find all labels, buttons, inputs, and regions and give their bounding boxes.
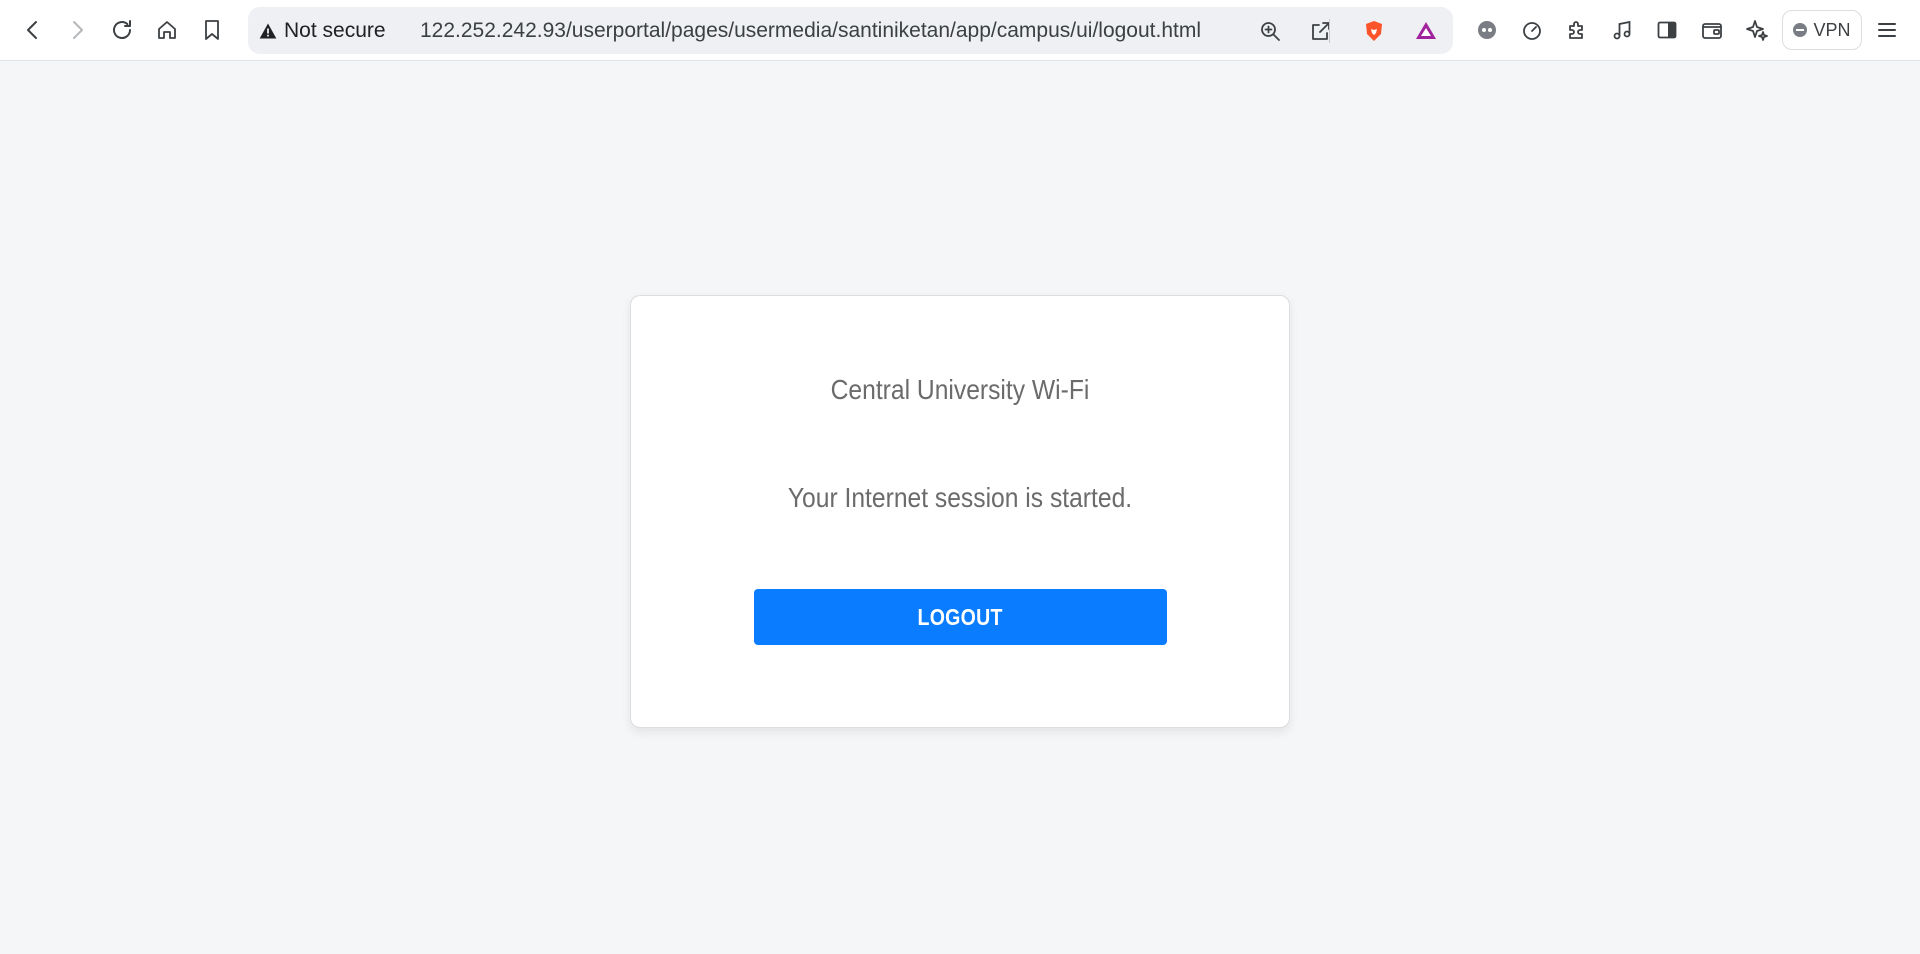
address-bar[interactable]: Not secure 122.252.242.93/userportal/pag…	[248, 7, 1453, 54]
media-button[interactable]	[1604, 12, 1640, 48]
leo-button[interactable]	[1469, 12, 1505, 48]
wallet-icon	[1702, 23, 1722, 39]
back-icon	[27, 21, 37, 39]
vpn-button[interactable]: VPN	[1782, 10, 1862, 50]
bookmark-button[interactable]	[194, 12, 230, 48]
vpn-label: VPN	[1813, 19, 1851, 40]
brave-shields-button[interactable]	[1356, 13, 1392, 49]
sidebar-button[interactable]	[1649, 12, 1685, 48]
portal-title: Central University Wi-Fi	[830, 374, 1090, 405]
ai-chat-button[interactable]	[1739, 12, 1775, 48]
zoom-icon	[1261, 22, 1280, 41]
bookmark-icon	[205, 20, 219, 40]
home-button[interactable]	[149, 12, 185, 48]
share-button[interactable]	[1303, 13, 1339, 49]
extensions-icon	[1569, 21, 1583, 39]
logout-label: LOGOUT	[917, 603, 1004, 630]
media-icon	[1613, 20, 1631, 40]
security-indicator[interactable]: Not secure	[258, 7, 386, 54]
session-message: Your Internet session is started.	[787, 482, 1133, 513]
omnibox-divider	[1329, 19, 1330, 43]
performance-button[interactable]	[1514, 12, 1550, 48]
url-text[interactable]: 122.252.242.93/userportal/pages/usermedi…	[420, 7, 1201, 54]
security-label: Not secure	[284, 18, 386, 42]
vpn-status-icon	[1793, 23, 1808, 37]
leo-icon	[1478, 21, 1496, 39]
forward-button[interactable]	[59, 12, 95, 48]
extensions-button[interactable]	[1559, 12, 1595, 48]
sidebar-icon	[1657, 21, 1677, 39]
reload-button[interactable]	[104, 12, 140, 48]
brave-shields-icon	[1366, 21, 1382, 41]
home-icon	[158, 21, 176, 39]
ai-chat-icon	[1746, 20, 1768, 41]
brave-rewards-button[interactable]	[1408, 13, 1444, 49]
menu-button[interactable]	[1869, 12, 1905, 48]
forward-icon	[73, 21, 83, 39]
brave-rewards-icon	[1416, 22, 1436, 39]
back-button[interactable]	[15, 12, 51, 48]
warning-icon	[259, 23, 277, 38]
zoom-button[interactable]	[1252, 13, 1288, 49]
logout-card: Central University Wi-Fi Your Internet s…	[630, 295, 1290, 728]
browser-toolbar: Not secure 122.252.242.93/userportal/pag…	[0, 0, 1920, 61]
wallet-button[interactable]	[1694, 12, 1730, 48]
menu-icon	[1878, 23, 1896, 37]
logout-button[interactable]: LOGOUT	[754, 589, 1167, 645]
reload-icon	[113, 20, 131, 39]
performance-icon	[1523, 22, 1541, 40]
